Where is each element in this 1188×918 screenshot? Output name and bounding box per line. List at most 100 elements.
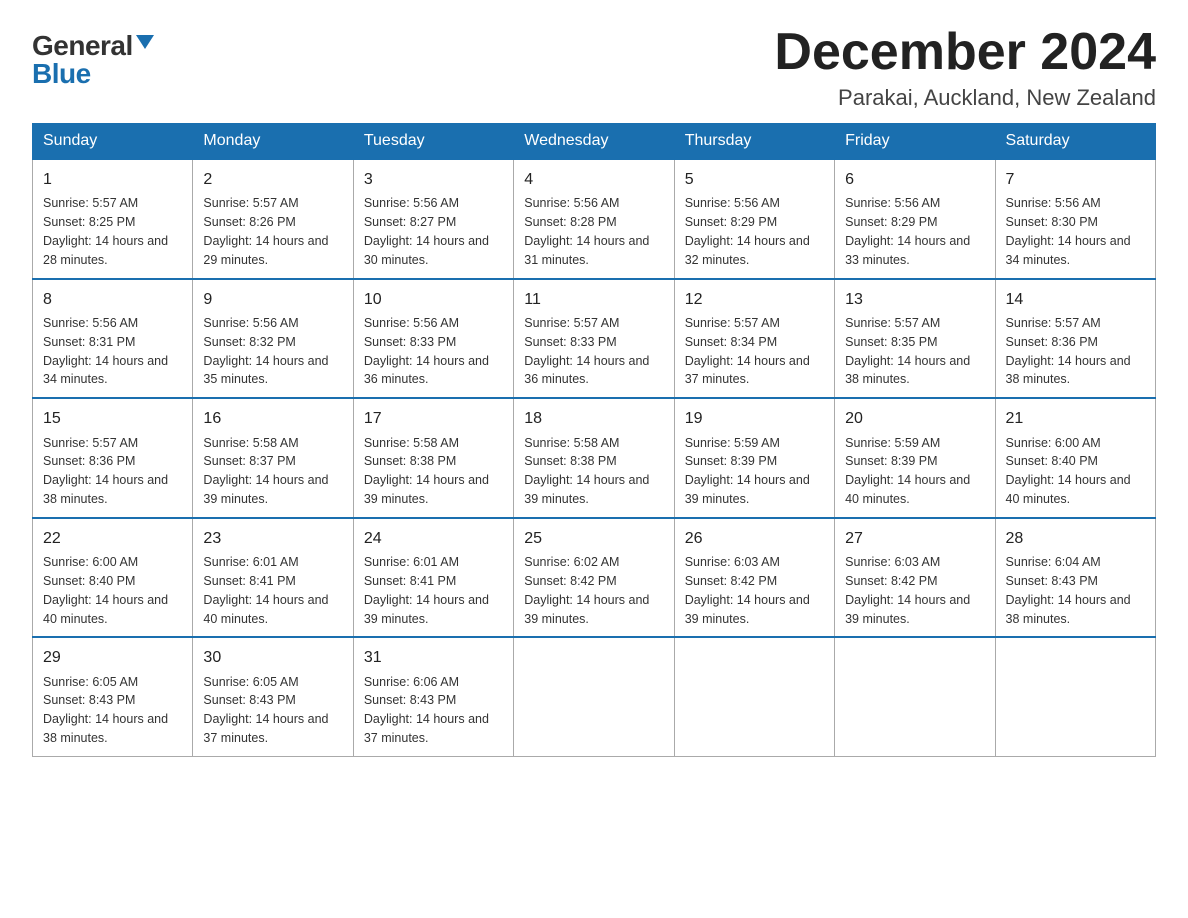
header-thursday: Thursday xyxy=(674,124,834,160)
calendar-cell: 24Sunrise: 6:01 AMSunset: 8:41 PMDayligh… xyxy=(353,518,513,638)
day-number: 18 xyxy=(524,407,663,430)
week-row-2: 8Sunrise: 5:56 AMSunset: 8:31 PMDaylight… xyxy=(33,279,1156,399)
day-info: Sunrise: 5:59 AMSunset: 8:39 PMDaylight:… xyxy=(845,436,970,507)
location-title: Parakai, Auckland, New Zealand xyxy=(774,85,1156,111)
day-number: 11 xyxy=(524,288,663,311)
calendar-cell: 6 Sunrise: 5:56 AMSunset: 8:29 PMDaylight… xyxy=(835,159,995,279)
calendar-cell: 29 Sunrise: 6:05 AMSunset: 8:43 PMDayligh… xyxy=(33,637,193,756)
logo: General Blue xyxy=(32,32,154,88)
day-number: 31 xyxy=(364,646,503,669)
day-number: 14 xyxy=(1006,288,1145,311)
day-info: Sunrise: 5:57 AMSunset: 8:34 PMDaylight:… xyxy=(685,316,810,387)
week-row-1: 1 Sunrise: 5:57 AMSunset: 8:25 PMDaylight… xyxy=(33,159,1156,279)
day-info: Sunrise: 6:01 AMSunset: 8:41 PMDaylight:… xyxy=(364,555,489,626)
day-info: Sunrise: 5:57 AMSunset: 8:26 PMDaylight:… xyxy=(203,196,328,267)
day-info: Sunrise: 5:56 AMSunset: 8:29 PMDaylight:… xyxy=(845,196,970,267)
day-info: Sunrise: 6:02 AMSunset: 8:42 PMDaylight:… xyxy=(524,555,649,626)
week-row-4: 22 Sunrise: 6:00 AMSunset: 8:40 PMDayligh… xyxy=(33,518,1156,638)
day-number: 6 xyxy=(845,168,984,191)
day-info: Sunrise: 5:56 AMSunset: 8:30 PMDaylight:… xyxy=(1006,196,1131,267)
day-number: 22 xyxy=(43,527,182,550)
calendar-header-row: SundayMondayTuesdayWednesdayThursdayFrid… xyxy=(33,124,1156,160)
day-number: 21 xyxy=(1006,407,1145,430)
day-info: Sunrise: 6:04 AMSunset: 8:43 PMDaylight:… xyxy=(1006,555,1131,626)
calendar-cell: 18 Sunrise: 5:58 AMSunset: 8:38 PMDayligh… xyxy=(514,398,674,518)
calendar-cell xyxy=(514,637,674,756)
calendar-cell: 25 Sunrise: 6:02 AMSunset: 8:42 PMDayligh… xyxy=(514,518,674,638)
calendar-cell: 28Sunrise: 6:04 AMSunset: 8:43 PMDayligh… xyxy=(995,518,1155,638)
day-number: 7 xyxy=(1006,168,1145,191)
calendar-cell: 8Sunrise: 5:56 AMSunset: 8:31 PMDaylight… xyxy=(33,279,193,399)
day-number: 25 xyxy=(524,527,663,550)
calendar-cell: 11 Sunrise: 5:57 AMSunset: 8:33 PMDayligh… xyxy=(514,279,674,399)
calendar-cell: 4 Sunrise: 5:56 AMSunset: 8:28 PMDaylight… xyxy=(514,159,674,279)
calendar-cell: 9 Sunrise: 5:56 AMSunset: 8:32 PMDaylight… xyxy=(193,279,353,399)
logo-general-text: General xyxy=(32,32,133,60)
day-info: Sunrise: 5:56 AMSunset: 8:28 PMDaylight:… xyxy=(524,196,649,267)
day-number: 30 xyxy=(203,646,342,669)
calendar-cell: 3 Sunrise: 5:56 AMSunset: 8:27 PMDaylight… xyxy=(353,159,513,279)
calendar-cell: 16Sunrise: 5:58 AMSunset: 8:37 PMDayligh… xyxy=(193,398,353,518)
day-number: 8 xyxy=(43,288,182,311)
day-info: Sunrise: 5:57 AMSunset: 8:33 PMDaylight:… xyxy=(524,316,649,387)
day-number: 4 xyxy=(524,168,663,191)
day-info: Sunrise: 6:03 AMSunset: 8:42 PMDaylight:… xyxy=(845,555,970,626)
week-row-5: 29 Sunrise: 6:05 AMSunset: 8:43 PMDayligh… xyxy=(33,637,1156,756)
calendar-cell: 14 Sunrise: 5:57 AMSunset: 8:36 PMDayligh… xyxy=(995,279,1155,399)
day-info: Sunrise: 5:57 AMSunset: 8:36 PMDaylight:… xyxy=(1006,316,1131,387)
day-number: 19 xyxy=(685,407,824,430)
day-number: 13 xyxy=(845,288,984,311)
day-number: 27 xyxy=(845,527,984,550)
page-header: General Blue December 2024 Parakai, Auck… xyxy=(32,24,1156,111)
day-number: 16 xyxy=(203,407,342,430)
calendar-cell: 20 Sunrise: 5:59 AMSunset: 8:39 PMDayligh… xyxy=(835,398,995,518)
day-number: 23 xyxy=(203,527,342,550)
day-number: 9 xyxy=(203,288,342,311)
header-sunday: Sunday xyxy=(33,124,193,160)
day-info: Sunrise: 6:05 AMSunset: 8:43 PMDaylight:… xyxy=(203,675,328,746)
logo-triangle-icon xyxy=(136,35,154,49)
day-number: 10 xyxy=(364,288,503,311)
day-info: Sunrise: 6:00 AMSunset: 8:40 PMDaylight:… xyxy=(1006,436,1131,507)
day-info: Sunrise: 6:00 AMSunset: 8:40 PMDaylight:… xyxy=(43,555,168,626)
calendar-cell: 21 Sunrise: 6:00 AMSunset: 8:40 PMDayligh… xyxy=(995,398,1155,518)
day-info: Sunrise: 6:05 AMSunset: 8:43 PMDaylight:… xyxy=(43,675,168,746)
header-tuesday: Tuesday xyxy=(353,124,513,160)
calendar-cell: 7 Sunrise: 5:56 AMSunset: 8:30 PMDaylight… xyxy=(995,159,1155,279)
day-info: Sunrise: 5:57 AMSunset: 8:25 PMDaylight:… xyxy=(43,196,168,267)
day-info: Sunrise: 5:56 AMSunset: 8:27 PMDaylight:… xyxy=(364,196,489,267)
calendar-cell xyxy=(674,637,834,756)
day-info: Sunrise: 5:58 AMSunset: 8:38 PMDaylight:… xyxy=(524,436,649,507)
calendar-cell: 23Sunrise: 6:01 AMSunset: 8:41 PMDayligh… xyxy=(193,518,353,638)
calendar-cell: 17Sunrise: 5:58 AMSunset: 8:38 PMDayligh… xyxy=(353,398,513,518)
calendar-cell: 19 Sunrise: 5:59 AMSunset: 8:39 PMDayligh… xyxy=(674,398,834,518)
day-info: Sunrise: 5:58 AMSunset: 8:38 PMDaylight:… xyxy=(364,436,489,507)
month-title: December 2024 xyxy=(774,24,1156,81)
logo-blue-text: Blue xyxy=(32,58,91,89)
day-info: Sunrise: 6:06 AMSunset: 8:43 PMDaylight:… xyxy=(364,675,489,746)
header-monday: Monday xyxy=(193,124,353,160)
calendar-cell: 5 Sunrise: 5:56 AMSunset: 8:29 PMDaylight… xyxy=(674,159,834,279)
day-number: 20 xyxy=(845,407,984,430)
calendar-cell: 27 Sunrise: 6:03 AMSunset: 8:42 PMDayligh… xyxy=(835,518,995,638)
day-number: 29 xyxy=(43,646,182,669)
day-number: 1 xyxy=(43,168,182,191)
calendar-cell: 26Sunrise: 6:03 AMSunset: 8:42 PMDayligh… xyxy=(674,518,834,638)
day-number: 12 xyxy=(685,288,824,311)
calendar-cell: 30 Sunrise: 6:05 AMSunset: 8:43 PMDayligh… xyxy=(193,637,353,756)
day-info: Sunrise: 5:57 AMSunset: 8:36 PMDaylight:… xyxy=(43,436,168,507)
day-info: Sunrise: 5:56 AMSunset: 8:32 PMDaylight:… xyxy=(203,316,328,387)
day-info: Sunrise: 5:56 AMSunset: 8:29 PMDaylight:… xyxy=(685,196,810,267)
day-number: 5 xyxy=(685,168,824,191)
day-number: 15 xyxy=(43,407,182,430)
calendar-cell xyxy=(995,637,1155,756)
calendar-cell: 31 Sunrise: 6:06 AMSunset: 8:43 PMDayligh… xyxy=(353,637,513,756)
day-number: 3 xyxy=(364,168,503,191)
calendar-cell: 15 Sunrise: 5:57 AMSunset: 8:36 PMDayligh… xyxy=(33,398,193,518)
calendar-cell: 13Sunrise: 5:57 AMSunset: 8:35 PMDayligh… xyxy=(835,279,995,399)
day-number: 26 xyxy=(685,527,824,550)
calendar-cell: 2Sunrise: 5:57 AMSunset: 8:26 PMDaylight… xyxy=(193,159,353,279)
header-friday: Friday xyxy=(835,124,995,160)
day-info: Sunrise: 5:59 AMSunset: 8:39 PMDaylight:… xyxy=(685,436,810,507)
calendar-cell: 1 Sunrise: 5:57 AMSunset: 8:25 PMDaylight… xyxy=(33,159,193,279)
